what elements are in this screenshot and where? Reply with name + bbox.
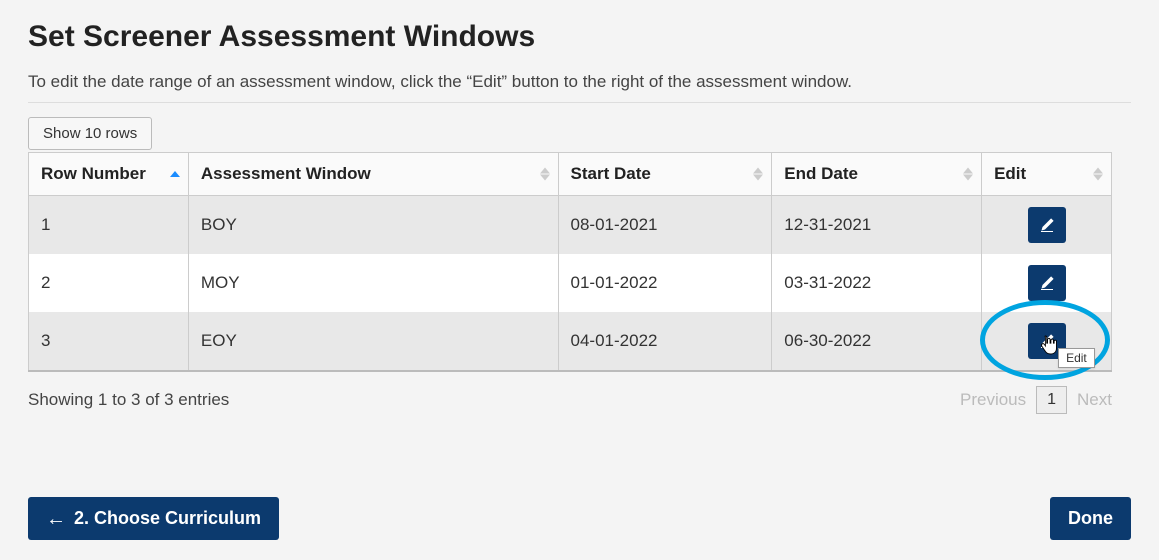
cell-edit [982, 196, 1112, 255]
done-button[interactable]: Done [1050, 497, 1131, 540]
pencil-square-icon [1039, 275, 1055, 291]
cell-start-date: 04-01-2022 [558, 312, 772, 371]
cell-assessment-window: EOY [188, 312, 558, 371]
instructions-text: To edit the date range of an assessment … [28, 72, 1131, 103]
column-assessment-window[interactable]: Assessment Window [188, 153, 558, 196]
table-row: 2 MOY 01-01-2022 03-31-2022 [29, 254, 1112, 312]
sort-icon [540, 168, 550, 181]
cell-end-date: 06-30-2022 [772, 312, 982, 371]
assessment-windows-table: Row Number Assessment Window Start Date … [28, 152, 1112, 372]
cell-edit: Edit [982, 312, 1112, 371]
cell-row-number: 3 [29, 312, 189, 371]
arrow-left-icon: ← [46, 509, 66, 529]
back-button[interactable]: ← 2. Choose Curriculum [28, 497, 279, 540]
cell-assessment-window: BOY [188, 196, 558, 255]
table-row: 3 EOY 04-01-2022 06-30-2022 Edit [29, 312, 1112, 371]
column-label: Assessment Window [201, 164, 371, 183]
edit-button[interactable] [1028, 207, 1066, 243]
pager-previous[interactable]: Previous [960, 390, 1026, 410]
column-row-number[interactable]: Row Number [29, 153, 189, 196]
cell-edit [982, 254, 1112, 312]
cell-start-date: 01-01-2022 [558, 254, 772, 312]
edit-button[interactable] [1028, 265, 1066, 301]
cell-row-number: 1 [29, 196, 189, 255]
pencil-square-icon [1039, 333, 1055, 349]
column-end-date[interactable]: End Date [772, 153, 982, 196]
back-button-label: 2. Choose Curriculum [74, 508, 261, 529]
pager-page-1[interactable]: 1 [1036, 386, 1067, 414]
done-button-label: Done [1068, 508, 1113, 529]
show-rows-button[interactable]: Show 10 rows [28, 117, 152, 150]
sort-icon [963, 168, 973, 181]
page-title: Set Screener Assessment Windows [28, 20, 1131, 54]
table-header-row: Row Number Assessment Window Start Date … [29, 153, 1112, 196]
sort-icon [753, 168, 763, 181]
column-label: Start Date [571, 164, 651, 183]
edit-tooltip: Edit [1058, 348, 1095, 368]
cell-end-date: 03-31-2022 [772, 254, 982, 312]
sort-asc-icon [170, 171, 180, 177]
pagination: Previous 1 Next [960, 386, 1112, 414]
sort-icon [1093, 168, 1103, 181]
cell-row-number: 2 [29, 254, 189, 312]
pencil-square-icon [1039, 217, 1055, 233]
cell-assessment-window: MOY [188, 254, 558, 312]
entries-info: Showing 1 to 3 of 3 entries [28, 390, 229, 410]
column-label: End Date [784, 164, 858, 183]
column-edit[interactable]: Edit [982, 153, 1112, 196]
cell-start-date: 08-01-2021 [558, 196, 772, 255]
column-label: Edit [994, 164, 1026, 183]
cell-end-date: 12-31-2021 [772, 196, 982, 255]
column-label: Row Number [41, 164, 146, 183]
table-row: 1 BOY 08-01-2021 12-31-2021 [29, 196, 1112, 255]
pager-next[interactable]: Next [1077, 390, 1112, 410]
column-start-date[interactable]: Start Date [558, 153, 772, 196]
